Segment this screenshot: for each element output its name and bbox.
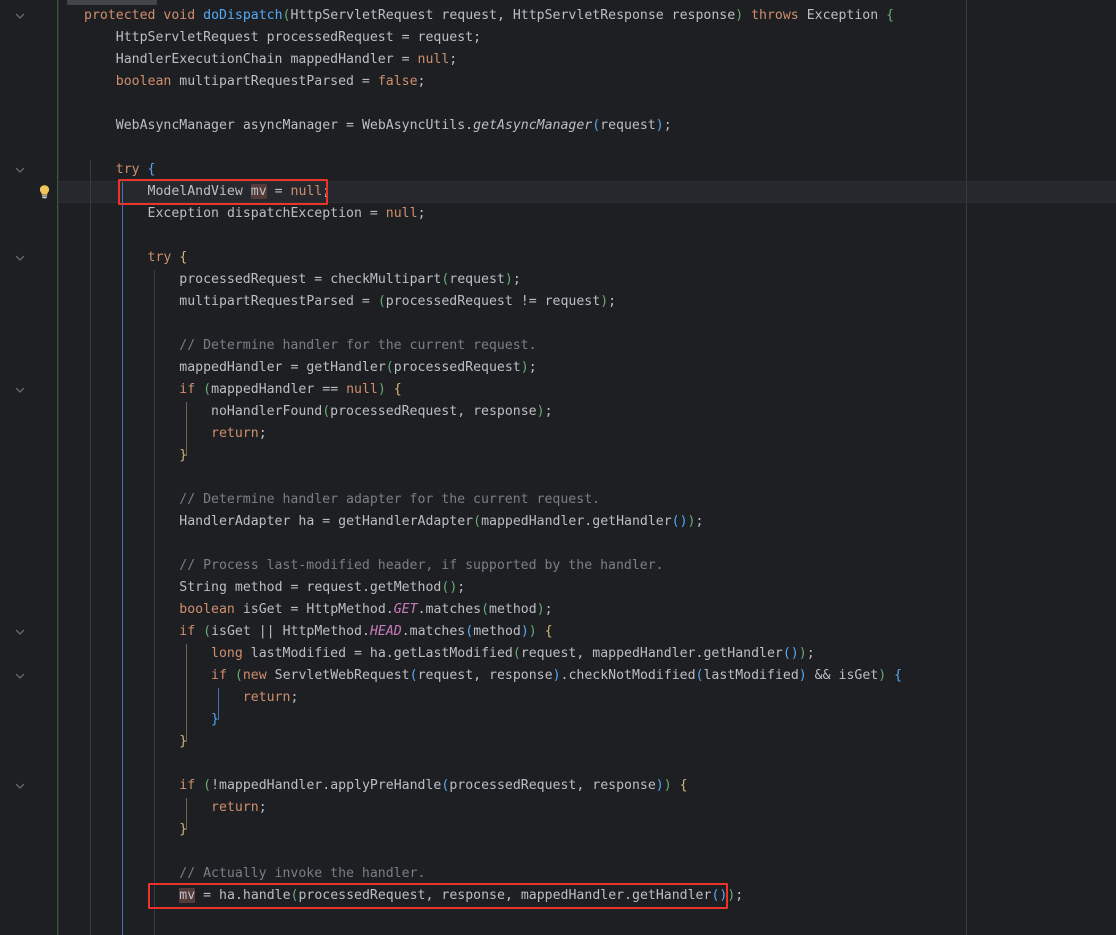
code-line: processedRequest = checkMultipart(reques… [179, 272, 521, 287]
indent-guide-level-4-c [186, 798, 187, 830]
code-line: if (mappedHandler == null) { [179, 382, 402, 397]
code-line: return; [211, 426, 267, 441]
code-line: return; [242, 690, 299, 705]
chevron-down-icon[interactable] [13, 669, 27, 683]
code-content[interactable]: protected void doDispatch(HttpServletReq… [58, 0, 1116, 935]
code-comment: // Actually invoke the handler. [84, 866, 426, 881]
code-line: ModelAndView mv = null; [147, 184, 331, 199]
code-line: return; [211, 800, 267, 815]
code-line: HandlerExecutionChain mappedHandler = nu… [115, 52, 458, 67]
identifier-mv-assignment: mv [179, 888, 196, 903]
chevron-down-icon[interactable] [13, 625, 27, 639]
code-line: boolean multipartRequestParsed = false; [115, 74, 426, 89]
indent-guide-level-5 [218, 688, 219, 720]
code-line: } [179, 448, 188, 463]
code-comment: // Determine handler adapter for the cur… [84, 492, 601, 507]
code-line: try { [115, 162, 156, 177]
code-line: try { [147, 250, 188, 265]
identifier-mv-declaration: mv [250, 184, 267, 199]
code-line: } [179, 822, 188, 837]
code-comment: // Process last-modified header, if supp… [84, 558, 664, 573]
indent-guide-level-1 [90, 160, 91, 935]
editor-gutter[interactable] [0, 0, 59, 935]
code-line: long lastModified = ha.getLastModified(r… [211, 646, 815, 661]
indent-guide-level-4-a [186, 402, 187, 456]
chevron-down-icon[interactable] [13, 163, 27, 177]
code-line: mappedHandler = getHandler(processedRequ… [179, 360, 537, 375]
code-comment: // Determine handler for the current req… [84, 338, 537, 353]
chevron-down-icon[interactable] [13, 9, 27, 23]
code-line: } [211, 712, 219, 727]
chevron-down-icon[interactable] [13, 251, 27, 265]
chevron-down-icon[interactable] [13, 779, 27, 793]
indent-guide-level-2-active [122, 182, 123, 935]
code-line: } [179, 734, 188, 749]
chevron-down-icon[interactable] [13, 383, 27, 397]
code-line: WebAsyncManager asyncManager = WebAsyncU… [115, 118, 672, 133]
code-line: multipartRequestParsed = (processedReque… [179, 294, 617, 309]
code-line: HttpServletRequest processedRequest = re… [115, 30, 482, 45]
vcs-change-marker[interactable] [57, 0, 58, 935]
code-line: mv = ha.handle(processedRequest, respons… [179, 888, 744, 903]
lightbulb-icon[interactable] [37, 184, 52, 200]
code-line: if (new ServletWebRequest(request, respo… [211, 668, 903, 683]
code-editor[interactable]: protected void doDispatch(HttpServletReq… [0, 0, 1116, 935]
code-line: protected void doDispatch(HttpServletReq… [84, 8, 895, 23]
code-line: if (!mappedHandler.applyPreHandle(proces… [179, 778, 688, 793]
code-line: HandlerAdapter ha = getHandlerAdapter(ma… [179, 514, 704, 529]
code-line: Exception dispatchException = null; [147, 206, 426, 221]
indent-guide-level-3 [154, 270, 155, 935]
indent-guide-level-4-b [186, 644, 187, 742]
fold-column[interactable] [0, 0, 40, 935]
code-line: String method = request.getMethod(); [179, 580, 466, 595]
right-margin-guide [966, 0, 967, 935]
